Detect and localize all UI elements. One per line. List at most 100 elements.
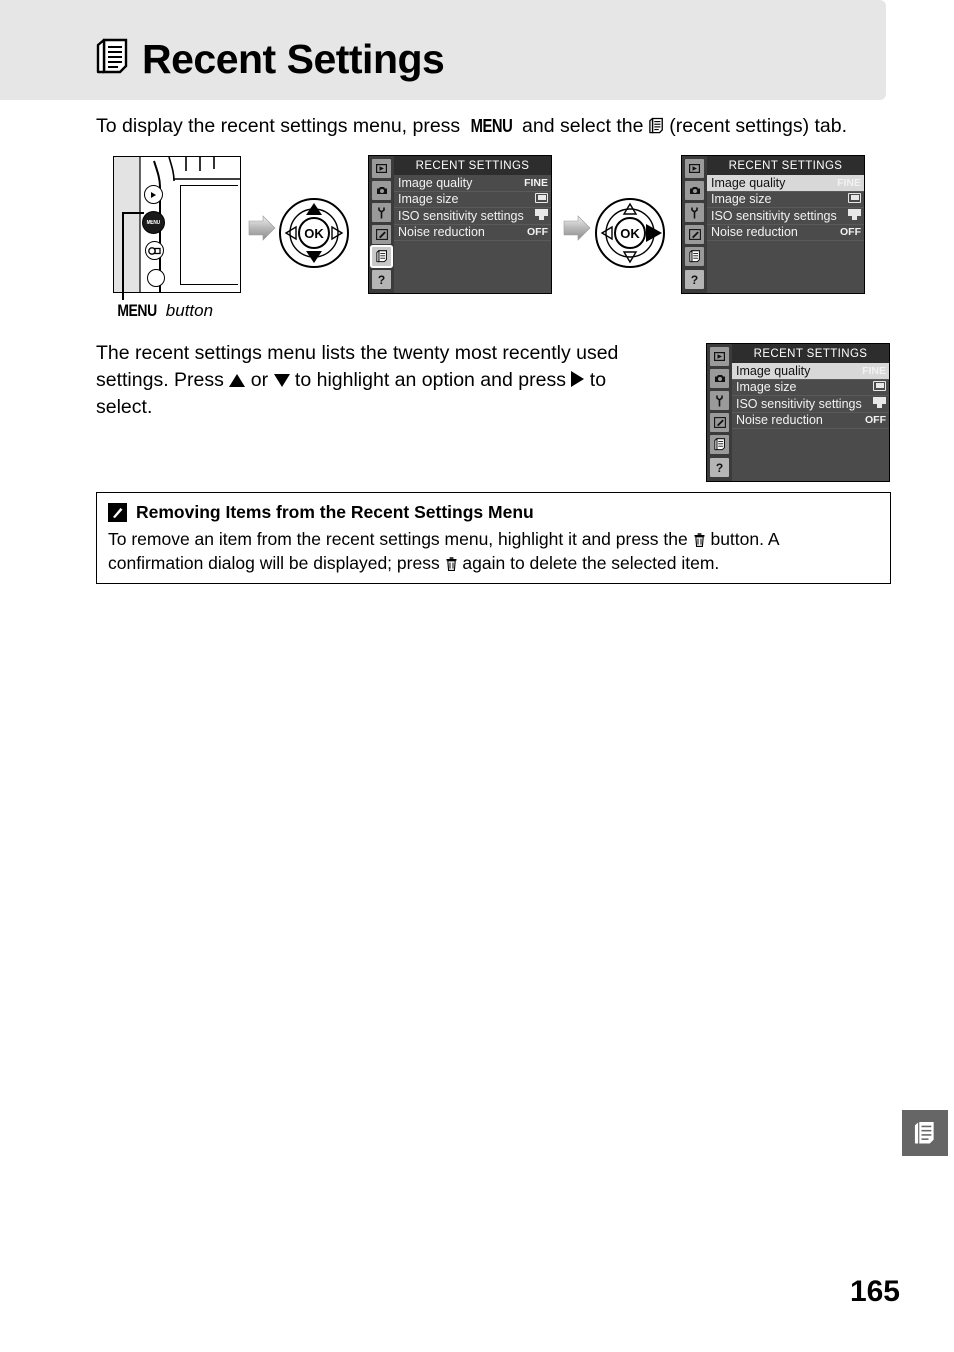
figure-row: MENU OK ? RECENT SETTINGS Image quality … [0,150,954,300]
note-text-a: To remove an item from the recent settin… [108,529,693,549]
camera-lcd-area [180,185,238,285]
setup-wrench-icon[interactable] [685,203,704,222]
custom-pencil-icon[interactable] [710,413,729,432]
custom-pencil-icon[interactable] [685,225,704,244]
menu-button-caption: MENU button [113,301,213,321]
shooting-menu-icon[interactable] [685,181,704,200]
recent-settings-doc-icon [649,116,664,142]
body-seg-2: or [245,368,274,391]
image-size-icon [535,192,548,206]
setup-wrench-icon[interactable] [710,391,729,410]
help-icon[interactable]: ? [685,270,704,289]
callout-vertical [122,212,124,300]
menu-button-label: MENU [117,301,157,320]
note-text-c: confirmation dialog will be displayed; p… [108,553,445,574]
menu-row-image-quality[interactable]: Image quality FINE [732,363,889,380]
menu-row-image-quality[interactable]: Image quality FINE [394,175,551,192]
down-triangle-icon [273,373,290,387]
intro-text-3: (recent settings) tab. [663,115,848,137]
lcd-screen-1: ? RECENT SETTINGS Image quality FINE Ima… [368,155,552,294]
svg-text:OK: OK [304,226,324,241]
note-heading-row: Removing Items from the Recent Settings … [108,502,879,523]
lcd-rows-3: Image quality FINE Image size ISO sensit… [732,363,889,429]
lcd-title-1: RECENT SETTINGS [394,156,551,175]
lcd-sidebar-3: ? [707,344,732,481]
note-box: Removing Items from the Recent Settings … [96,492,891,584]
body-paragraph: The recent settings menu lists the twent… [96,340,686,421]
body-seg-1: settings. Press [96,368,230,391]
zoom-out-help-button[interactable] [145,241,164,260]
setup-wrench-icon[interactable] [372,203,391,222]
help-icon[interactable]: ? [710,458,729,477]
menu-row-image-quality[interactable]: Image quality FINE [707,175,864,192]
camera-back-illustration: MENU [113,156,241,293]
page-number: 165 [849,1275,900,1308]
right-chevron-icon [247,213,277,243]
playback-icon[interactable] [710,347,729,366]
recent-settings-doc-icon [96,38,130,81]
svg-text:OK: OK [620,226,640,241]
page-header: Recent Settings [96,36,445,82]
pencil-note-icon [108,503,127,522]
note-text-d: again to delete the selected item. [457,553,720,574]
multi-selector-2[interactable]: OK [594,197,666,269]
page-title: Recent Settings [142,36,445,82]
shooting-menu-icon[interactable] [710,369,729,388]
intro-text-1: To display the recent settings menu, pre… [96,115,466,137]
menu-button-glyph: MENU [470,116,513,136]
iso-icon [535,208,548,223]
menu-row-noise-reduction[interactable]: Noise reduction OFF [394,225,551,241]
iso-icon [848,208,861,223]
intro-text-2: and select the [516,115,649,137]
lcd-rows-1: Image quality FINE Image size ISO sensit… [394,175,551,241]
menu-row-iso[interactable]: ISO sensitivity settings [394,208,551,225]
menu-row-image-size[interactable]: Image size [732,380,889,396]
image-size-icon [848,192,861,206]
help-icon[interactable]: ? [372,270,391,289]
section-side-tab[interactable] [902,1110,948,1156]
recent-settings-doc-icon [913,1120,935,1145]
menu-row-image-size[interactable]: Image size [394,192,551,208]
trash-icon [446,553,457,572]
body-line-3: select. [96,395,153,418]
menu-row-iso[interactable]: ISO sensitivity settings [732,396,889,413]
recent-settings-doc-icon[interactable] [685,247,704,266]
lcd-rows-2: Image quality FINE Image size ISO sensit… [707,175,864,241]
recent-settings-doc-icon[interactable] [372,247,391,266]
shooting-menu-icon[interactable] [372,181,391,200]
right-chevron-icon [562,213,592,243]
iso-icon [873,396,886,411]
trash-icon [694,529,705,547]
recent-settings-doc-icon[interactable] [710,435,729,454]
right-triangle-icon [571,370,585,387]
body-line-1: The recent settings menu lists the twent… [96,342,619,364]
note-heading: Removing Items from the Recent Settings … [136,502,534,522]
menu-button[interactable]: MENU [142,211,165,234]
lcd-title-2: RECENT SETTINGS [707,156,864,175]
manual-page: Recent Settings To display the recent se… [0,0,954,1352]
body-seg-4: to [584,368,607,391]
menu-row-noise-reduction[interactable]: Noise reduction OFF [707,225,864,241]
image-size-icon [873,380,886,394]
playback-icon[interactable] [372,159,391,178]
body-seg-3: to highlight an option and press [289,368,572,391]
up-triangle-icon [229,373,246,387]
callout-horizontal [122,212,144,214]
custom-pencil-icon[interactable] [372,225,391,244]
menu-row-image-size[interactable]: Image size [707,192,864,208]
menu-row-noise-reduction[interactable]: Noise reduction OFF [732,413,889,429]
menu-row-iso[interactable]: ISO sensitivity settings [707,208,864,225]
note-text-b: button. A [705,529,780,549]
note-body: To remove an item from the recent settin… [108,527,879,575]
menu-button-caption-word: button [165,301,214,320]
lcd-title-3: RECENT SETTINGS [732,344,889,363]
lcd-sidebar-1: ? [369,156,394,293]
playback-icon[interactable] [685,159,704,178]
intro-paragraph: To display the recent settings menu, pre… [96,113,896,142]
lcd-screen-3: ? RECENT SETTINGS Image quality FINE Ima… [706,343,890,482]
lcd-sidebar-2: ? [682,156,707,293]
lcd-screen-2: ? RECENT SETTINGS Image quality FINE Ima… [681,155,865,294]
multi-selector-1[interactable]: OK [278,197,350,269]
playback-button[interactable] [144,185,163,204]
zoom-in-button[interactable] [147,269,165,287]
